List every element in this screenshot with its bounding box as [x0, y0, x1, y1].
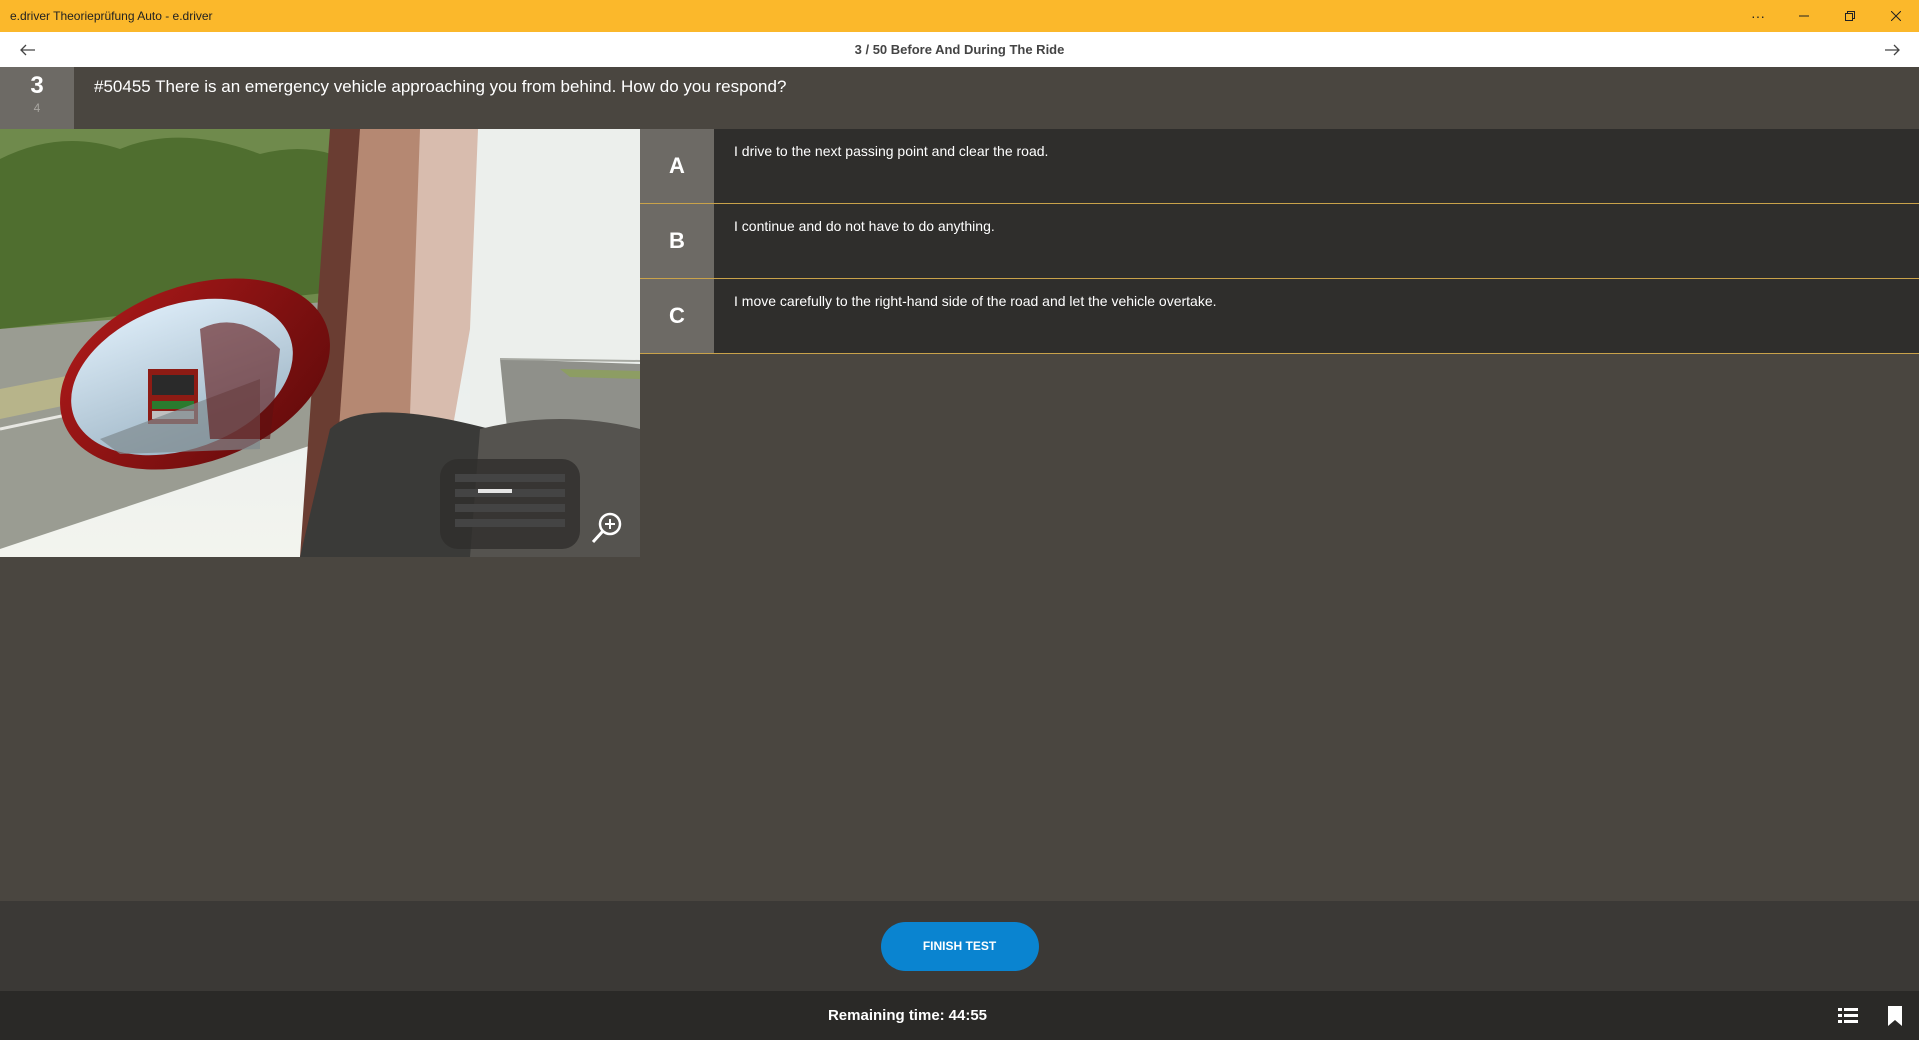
window-titlebar: e.driver Theorieprüfung Auto - e.driver … — [0, 0, 1919, 32]
status-bar: Remaining time: 44:55 — [0, 991, 1919, 1040]
remaining-time: Remaining time: 44:55 — [0, 991, 1919, 1040]
zoom-in-icon[interactable] — [590, 511, 624, 545]
answer-option-a[interactable]: A I drive to the next passing point and … — [640, 129, 1919, 204]
question-text: #50455 There is an emergency vehicle app… — [94, 77, 787, 96]
remaining-time-value: 44:55 — [948, 1007, 988, 1024]
restore-icon[interactable] — [1827, 0, 1873, 32]
window-controls: ··· — [1735, 0, 1919, 32]
more-icon[interactable]: ··· — [1735, 0, 1781, 32]
close-icon[interactable] — [1873, 0, 1919, 32]
arrow-left-icon[interactable] — [0, 32, 55, 67]
remaining-time-label: Remaining time: — [827, 1007, 945, 1024]
question-progress-title: 3 / 50 Before And During The Ride — [854, 42, 1065, 57]
arrow-right-icon[interactable] — [1864, 32, 1919, 67]
question-image[interactable] — [0, 129, 640, 557]
answer-text: I drive to the next passing point and cl… — [734, 143, 1049, 159]
answer-option-c[interactable]: C I move carefully to the right-hand sid… — [640, 279, 1919, 354]
answer-list: A I drive to the next passing point and … — [640, 129, 1919, 354]
answer-letter: A — [640, 129, 714, 203]
action-footer: FINISH TEST — [0, 901, 1919, 991]
question-number: 3 — [30, 72, 44, 99]
minimize-icon[interactable] — [1781, 0, 1827, 32]
answer-text: I move carefully to the right-hand side … — [734, 293, 1217, 309]
question-list-icon[interactable] — [1838, 1006, 1858, 1026]
question-number-box: 3 4 — [0, 67, 74, 129]
answer-option-b[interactable]: B I continue and do not have to do anyth… — [640, 204, 1919, 279]
window-title: e.driver Theorieprüfung Auto - e.driver — [10, 9, 213, 23]
answer-letter: B — [640, 204, 714, 278]
answer-letter: C — [640, 279, 714, 353]
finish-test-button[interactable]: FINISH TEST — [880, 921, 1039, 971]
question-header: 3 4 #50455 There is an emergency vehicle… — [0, 67, 1919, 129]
answer-text: I continue and do not have to do anythin… — [734, 218, 995, 234]
bookmark-icon[interactable] — [1887, 1006, 1903, 1026]
question-points: 4 — [33, 101, 41, 115]
navigation-bar: 3 / 50 Before And During The Ride — [0, 32, 1919, 67]
